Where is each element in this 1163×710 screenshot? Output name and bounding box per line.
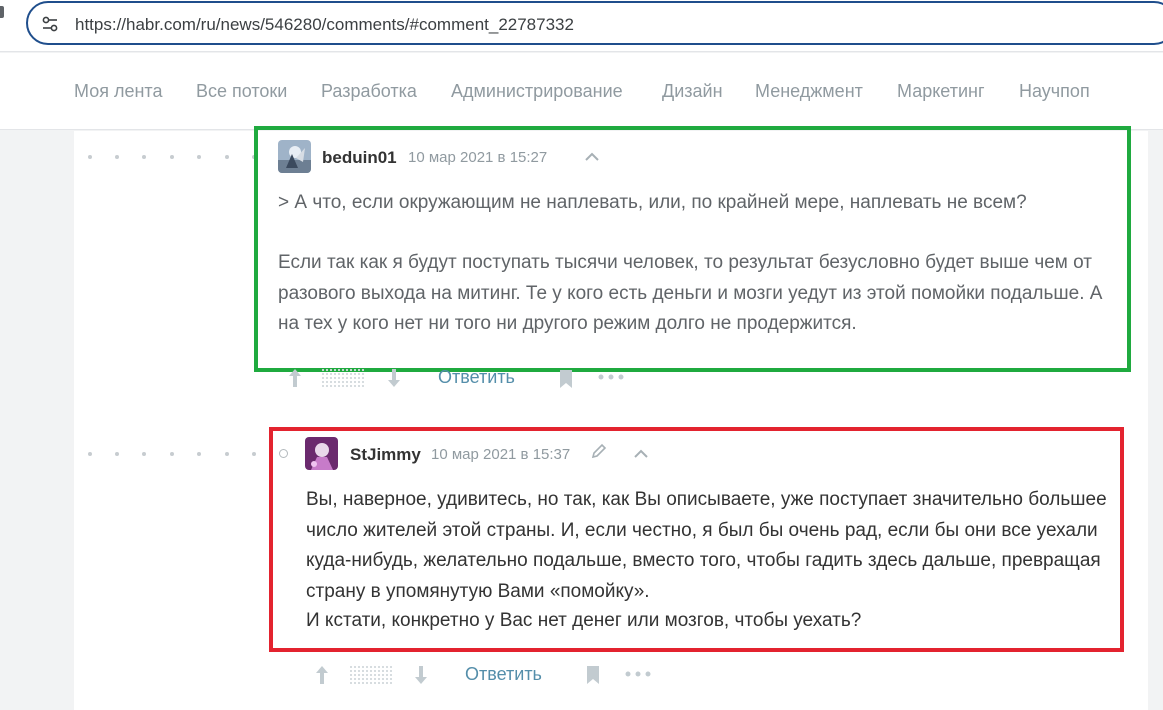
- nav-item-management[interactable]: Менеджмент: [755, 81, 863, 102]
- nav-item-administration[interactable]: Администрирование: [451, 81, 623, 102]
- score-hidden: [321, 368, 365, 388]
- nav-item-development[interactable]: Разработка: [321, 81, 417, 102]
- tune-icon[interactable]: [40, 14, 60, 34]
- nav-item-design[interactable]: Дизайн: [662, 81, 723, 102]
- reply-link[interactable]: Ответить: [465, 664, 542, 685]
- nav-item-my-feed[interactable]: Моя лента: [74, 81, 162, 102]
- browser-toolbar: https://habr.com/ru/news/546280/comments…: [0, 0, 1163, 52]
- nav-item-popsci[interactable]: Научпоп: [1019, 81, 1090, 102]
- habr-nav: Моя лента Все потоки Разработка Админист…: [0, 53, 1163, 130]
- nav-item-all-streams[interactable]: Все потоки: [196, 81, 287, 102]
- more-icon[interactable]: [598, 374, 624, 380]
- browser-edge-mark: [0, 6, 4, 18]
- address-bar[interactable]: https://habr.com/ru/news/546280/comments…: [26, 1, 1163, 45]
- arrow-down-icon[interactable]: [413, 664, 429, 686]
- thread-indent-dots: [88, 452, 258, 458]
- arrow-up-icon[interactable]: [314, 664, 330, 686]
- arrow-up-icon[interactable]: [287, 367, 303, 389]
- thread-indent-dots: [88, 155, 258, 161]
- score-hidden: [349, 665, 393, 685]
- highlight-box-green: [254, 126, 1131, 372]
- bookmark-icon[interactable]: [558, 369, 574, 389]
- reply-link[interactable]: Ответить: [438, 367, 515, 388]
- nav-item-marketing[interactable]: Маркетинг: [897, 81, 985, 102]
- url-text[interactable]: https://habr.com/ru/news/546280/comments…: [75, 15, 574, 35]
- bookmark-icon[interactable]: [585, 665, 601, 685]
- highlight-box-red: [269, 427, 1124, 652]
- arrow-down-icon[interactable]: [386, 367, 402, 389]
- more-icon[interactable]: [625, 671, 651, 677]
